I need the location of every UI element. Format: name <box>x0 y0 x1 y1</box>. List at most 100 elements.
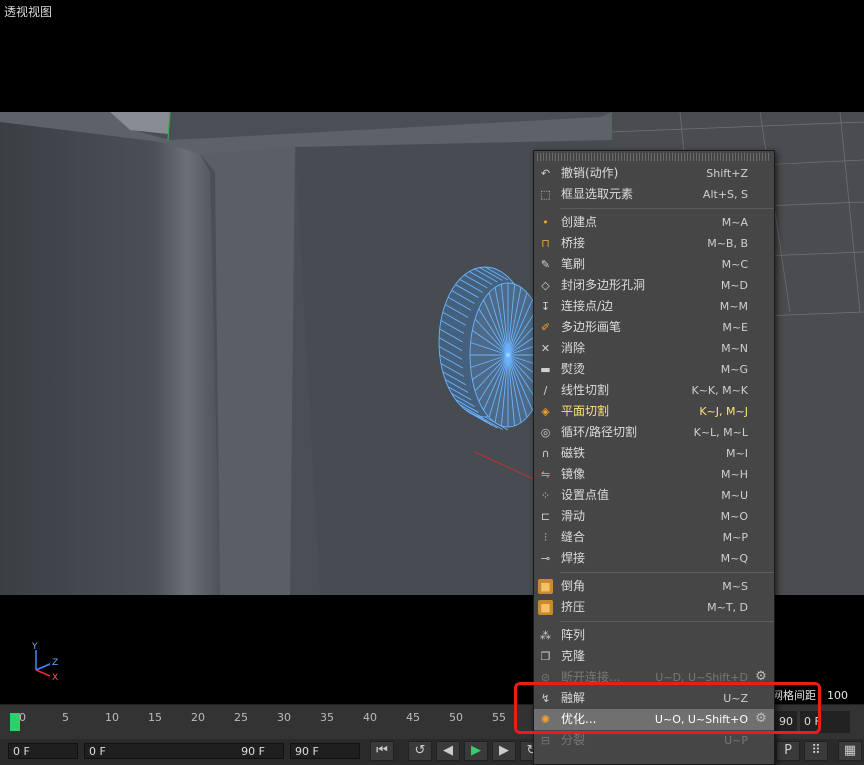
menu-item[interactable]: ◇ 封闭多边形孔洞 M~D <box>534 275 774 296</box>
menu-item-label: 分裂 <box>561 733 586 747</box>
close-hole-icon: ◇ <box>541 279 550 292</box>
gear-icon[interactable]: ⚙ <box>754 670 768 684</box>
current-frame-field[interactable]: 0 F <box>800 711 850 733</box>
menu-item[interactable]: ∕ 线性切割 K~K, M~K <box>534 380 774 401</box>
menu-item[interactable]: ✐ 多边形画笔 M~E <box>534 317 774 338</box>
menu-item-shortcut: K~J, M~J <box>699 405 748 418</box>
menu-item-shortcut: Alt+S, S <box>702 188 748 201</box>
menu-item-shortcut: M~N <box>721 342 748 355</box>
menu-item-shortcut: K~K, M~K <box>691 384 748 397</box>
menu-item[interactable]: ⬚ 框显选取元素 Alt+S, S <box>534 184 774 205</box>
line-cut-icon: ∕ <box>543 384 548 397</box>
menu-item-label: 缝合 <box>561 530 586 544</box>
menu-item[interactable]: ■ 倒角 M~S <box>534 576 774 597</box>
play-icon[interactable]: ▶ <box>464 741 488 761</box>
menu-item-label: 熨烫 <box>561 362 586 376</box>
menu-item-shortcut: M~U <box>721 489 748 502</box>
menu-item-shortcut: M~O <box>720 510 748 523</box>
timeline-tick: 5 <box>62 711 69 724</box>
menu-item-shortcut: M~T, D <box>707 601 748 614</box>
menu-item[interactable]: ⁘ 设置点值 M~U <box>534 485 774 506</box>
step-forward-icon[interactable]: ▶ <box>492 741 516 761</box>
record-p-icon[interactable]: P <box>776 741 800 761</box>
menu-item[interactable]: ∩ 磁铁 M~I <box>534 443 774 464</box>
menu-item-shortcut: M~C <box>721 258 748 271</box>
menu-item[interactable]: ✕ 消除 M~N <box>534 338 774 359</box>
menu-item[interactable]: ⊓ 桥接 M~B, B <box>534 233 774 254</box>
menu-item[interactable]: ■ 挤压 M~T, D <box>534 597 774 618</box>
menu-item-shortcut: M~S <box>722 580 748 593</box>
menu-item[interactable]: ↯ 融解 U~Z <box>534 688 774 709</box>
menu-item[interactable]: ⁂ 阵列 <box>534 625 774 646</box>
menu-item[interactable]: ⊸ 焊接 M~Q <box>534 548 774 569</box>
menu-item-shortcut: U~Z <box>723 692 748 705</box>
menu-item-label: 融解 <box>561 691 586 705</box>
disconnect-icon: ⊘ <box>540 671 551 684</box>
gear-icon[interactable]: ⚙ <box>754 712 768 726</box>
menu-item[interactable]: ❐ 克隆 <box>534 646 774 667</box>
prev-key-icon[interactable]: ↺ <box>408 741 432 761</box>
timeline-icon[interactable]: ▦ <box>838 741 862 761</box>
menu-item-label: 阵列 <box>561 628 586 642</box>
mirror-icon: ⇋ <box>540 468 551 481</box>
menu-item-shortcut: K~L, M~L <box>693 426 748 439</box>
connect-icon: ↧ <box>540 300 551 313</box>
menu-item[interactable]: • 创建点 M~A <box>534 212 774 233</box>
menu-item[interactable]: ⊏ 滑动 M~O <box>534 506 774 527</box>
menu-item-label: 镜像 <box>561 467 586 481</box>
menu-item-label: 循环/路径切割 <box>561 425 638 439</box>
menu-item[interactable]: ✺ 优化... U~O, U~Shift+O ⚙ <box>534 709 774 730</box>
max-frame-field[interactable]: 90 F <box>290 743 360 759</box>
bevel-icon: ■ <box>538 579 553 594</box>
menu-item-label: 滑动 <box>561 509 586 523</box>
menu-item-label: 倒角 <box>561 579 586 593</box>
split-icon: ⊟ <box>540 734 551 747</box>
goto-start-icon[interactable]: ⏮ <box>370 741 394 761</box>
menu-item[interactable]: ◈ 平面切割 K~J, M~J <box>534 401 774 422</box>
timeline-tick: 0 <box>19 711 26 724</box>
menu-item[interactable]: ▬ 熨烫 M~G <box>534 359 774 380</box>
timeline-tick: 35 <box>320 711 334 724</box>
weld-icon: ⊸ <box>540 552 551 565</box>
iron-icon: ▬ <box>540 363 551 376</box>
menu-item[interactable]: ⇋ 镜像 M~H <box>534 464 774 485</box>
menu-item-shortcut: M~G <box>720 363 748 376</box>
menu-item[interactable]: ↶ 撤销(动作) Shift+Z <box>534 163 774 184</box>
menu-item: ⊘ 断开连接... U~D, U~Shift+D ⚙ <box>534 667 774 688</box>
menu-item-label: 克隆 <box>561 649 586 663</box>
menu-item[interactable]: ⫶ 缝合 M~P <box>534 527 774 548</box>
menu-item-label: 桥接 <box>561 236 586 250</box>
dissolve-icon: ✕ <box>540 342 551 355</box>
menu-item-shortcut: M~B, B <box>707 237 748 250</box>
array-icon: ⁂ <box>540 629 551 642</box>
plane-cut-icon: ◈ <box>541 405 550 418</box>
axis-gizmo: Y Z X <box>28 640 68 686</box>
clone-icon: ❐ <box>540 650 551 663</box>
menu-item-label: 断开连接... <box>561 670 621 684</box>
menu-item[interactable]: ↧ 连接点/边 M~M <box>534 296 774 317</box>
menu-item-label: 连接点/边 <box>561 299 614 313</box>
polygon-pen-icon: ✐ <box>540 321 551 334</box>
step-back-icon[interactable]: ◀ <box>436 741 460 761</box>
menu-item-shortcut: M~D <box>720 279 748 292</box>
brush-icon: ✎ <box>540 258 551 271</box>
viewport-title: 透视视图 <box>4 5 53 19</box>
stitch-icon: ⫶ <box>544 531 547 544</box>
end-frame-label: 90 <box>775 711 797 733</box>
menu-item[interactable]: ✎ 笔刷 M~C <box>534 254 774 275</box>
menu-item-label: 优化... <box>561 712 597 726</box>
start-frame-field[interactable]: 0 F <box>8 743 78 759</box>
menu-separator <box>560 208 774 209</box>
range-slider[interactable]: 0 F 90 F <box>84 743 284 759</box>
keyframe-dots-icon[interactable]: ⠿ <box>804 741 828 761</box>
timeline-tick: 40 <box>363 711 377 724</box>
optimize-icon: ✺ <box>540 713 551 726</box>
menu-item-label: 挤压 <box>561 600 586 614</box>
menu-grip[interactable] <box>537 153 771 161</box>
menu-item-label: 撤销(动作) <box>561 166 619 180</box>
axis-z-label: Z <box>52 658 58 668</box>
menu-item[interactable]: ◎ 循环/路径切割 K~L, M~L <box>534 422 774 443</box>
timeline-tick: 20 <box>191 711 205 724</box>
menu-item: ⊟ 分裂 U~P <box>534 730 774 751</box>
menu-item-label: 线性切割 <box>561 383 610 397</box>
